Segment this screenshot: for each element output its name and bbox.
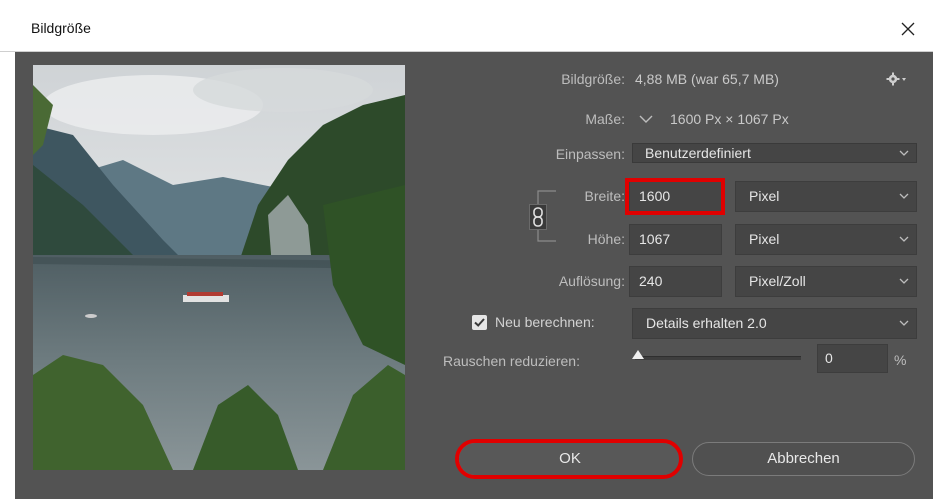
resolution-unit-select[interactable]: Pixel/Zoll	[735, 266, 917, 297]
settings-menu-button[interactable]	[885, 70, 909, 88]
noise-value-input[interactable]: 0	[817, 344, 888, 373]
fit-select[interactable]: Benutzerdefiniert	[632, 143, 917, 163]
resolution-input-value: 240	[639, 273, 663, 289]
height-input-value: 1067	[639, 231, 671, 247]
chevron-down-icon	[899, 278, 909, 284]
width-label: Breite:	[584, 188, 625, 204]
image-preview[interactable]	[33, 65, 405, 470]
noise-value: 0	[825, 350, 833, 366]
dialog-body: Bildgröße: 4,88 MB (war 65,7 MB) Maße: 1…	[0, 52, 933, 499]
resample-method-value: Details erhalten 2.0	[646, 315, 767, 331]
width-input-value: 1600	[639, 188, 671, 204]
width-unit-select[interactable]: Pixel	[735, 181, 917, 212]
close-button[interactable]	[893, 14, 923, 44]
ok-button-label: OK	[559, 450, 581, 467]
fit-label: Einpassen:	[555, 146, 625, 162]
image-size-label: Bildgröße:	[561, 71, 625, 87]
resolution-label: Auflösung:	[558, 273, 625, 289]
height-label: Höhe:	[587, 231, 625, 247]
height-unit-select[interactable]: Pixel	[735, 224, 917, 255]
noise-reduction-label: Rauschen reduzieren:	[443, 353, 580, 369]
cancel-button-label: Abbrechen	[767, 450, 840, 467]
resolution-input[interactable]: 240	[629, 266, 722, 297]
resample-method-select[interactable]: Details erhalten 2.0	[632, 308, 917, 339]
chevron-down-icon	[899, 150, 909, 156]
height-unit-value: Pixel	[749, 231, 780, 247]
dimensions-label: Maße:	[585, 111, 625, 127]
resample-label: Neu berechnen:	[495, 314, 595, 330]
height-input[interactable]: 1067	[629, 224, 722, 255]
cancel-button[interactable]: Abbrechen	[692, 442, 915, 476]
chevron-down-icon	[639, 115, 653, 123]
image-size-value: 4,88 MB (war 65,7 MB)	[635, 71, 779, 87]
noise-slider-track[interactable]	[635, 356, 801, 360]
constrain-proportions-button[interactable]	[529, 204, 547, 230]
ok-button[interactable]: OK	[458, 442, 682, 476]
chain-link-icon	[533, 207, 543, 227]
title-bar: Bildgröße	[0, 0, 933, 52]
noise-slider-handle[interactable]	[632, 350, 644, 359]
dimensions-value: 1600 Px × 1067 Px	[670, 111, 789, 127]
chevron-down-icon	[899, 193, 909, 199]
resolution-unit-value: Pixel/Zoll	[749, 273, 806, 289]
resample-checkbox[interactable]	[472, 315, 487, 330]
dimensions-dropdown-toggle[interactable]	[635, 110, 657, 128]
fit-select-value: Benutzerdefiniert	[645, 145, 751, 161]
width-input[interactable]: 1600	[629, 181, 722, 212]
width-unit-value: Pixel	[749, 188, 780, 204]
noise-unit: %	[894, 352, 907, 368]
dialog-title: Bildgröße	[31, 20, 91, 36]
chevron-down-icon	[899, 236, 909, 242]
checkbox-check-icon	[474, 318, 485, 327]
chevron-down-icon	[899, 320, 909, 326]
gear-icon	[886, 72, 906, 86]
lake-landscape-image	[33, 65, 405, 470]
close-icon	[901, 22, 915, 36]
